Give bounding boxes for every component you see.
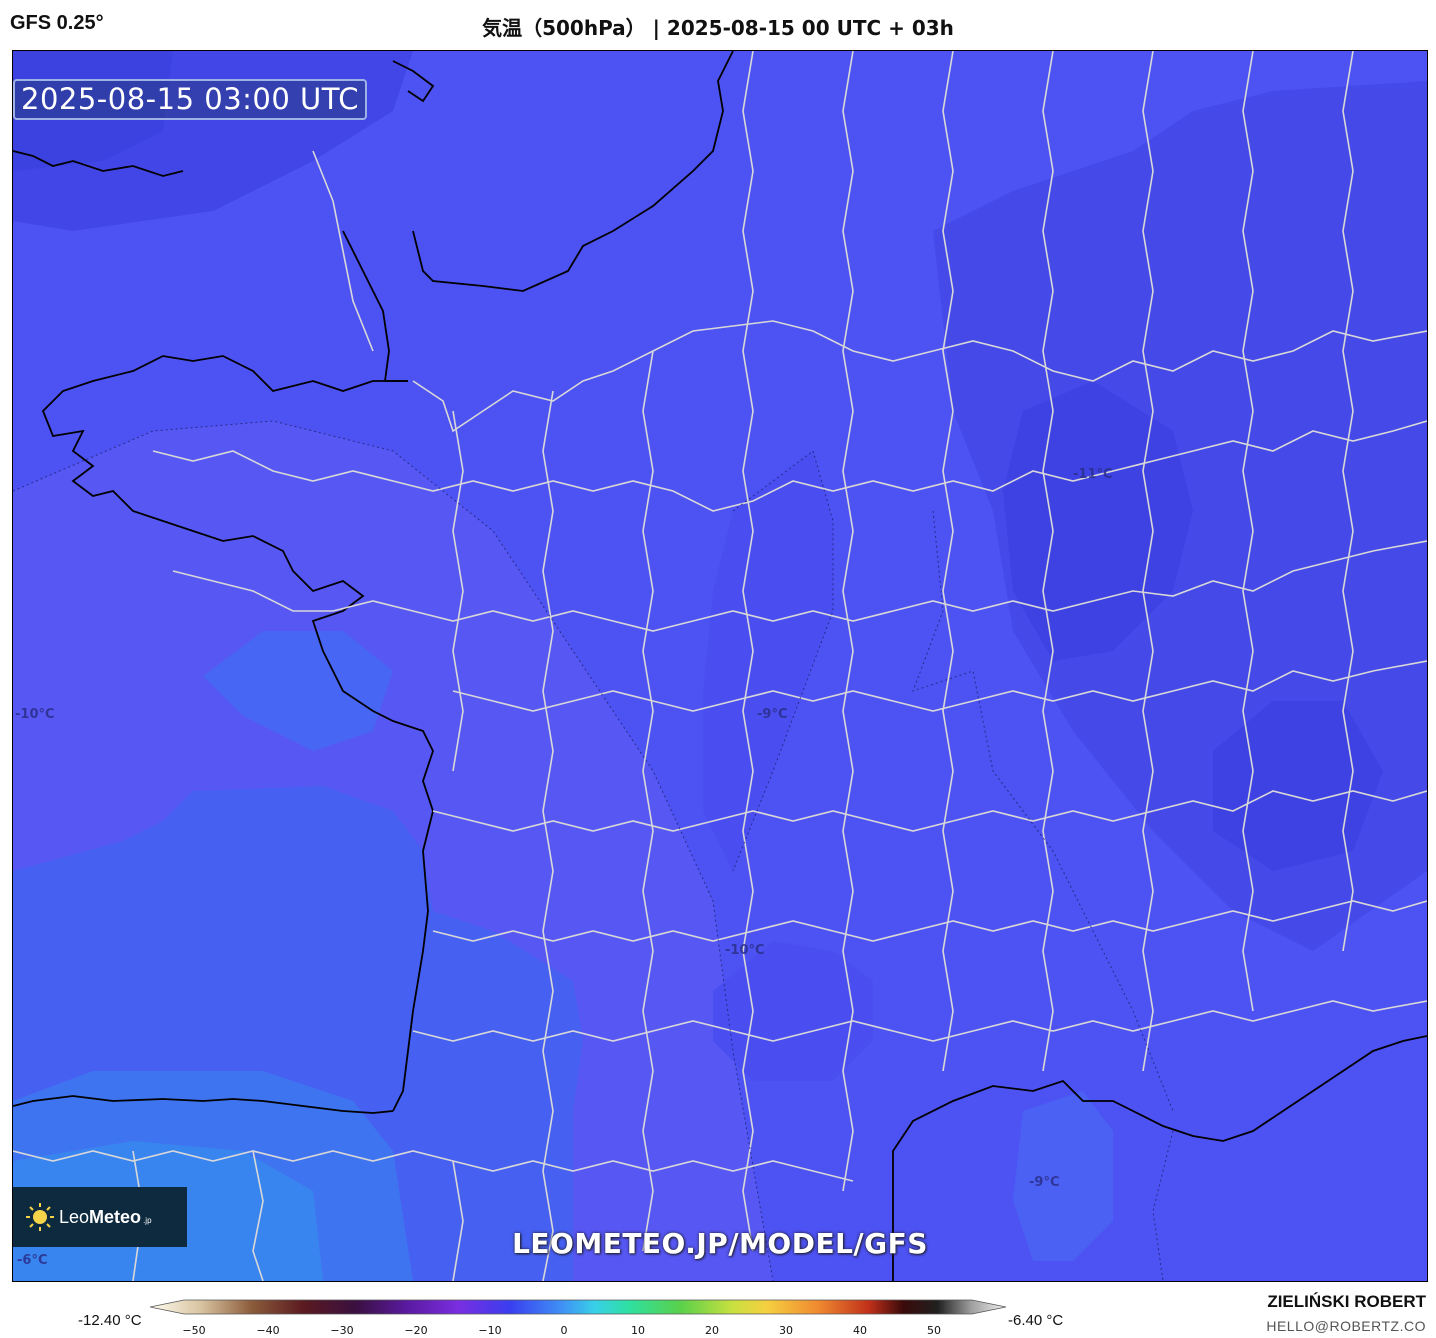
- isotherm-label: -9°C: [757, 707, 788, 722]
- author-email[interactable]: HELLO@ROBERTZ.CO: [1266, 1318, 1426, 1334]
- logo-text: LeoMeteo .jp: [59, 1206, 152, 1227]
- timestamp-badge: 2025-08-15 03:00 UTC: [13, 79, 368, 120]
- isotherm-label: -10°C: [725, 943, 765, 958]
- isotherm-label: -9°C: [1029, 1175, 1060, 1190]
- colorbar: [149, 1298, 1007, 1320]
- colorbar-tick: 10: [631, 1324, 645, 1337]
- colorbar-tick: 0: [560, 1324, 568, 1337]
- map-title: 気温（500hPa） | 2025-08-15 00 UTC + 03h: [482, 16, 954, 40]
- colorbar-min-label: -12.40 °C: [78, 1312, 142, 1329]
- watermark-url: LEOMETEO.JP/MODEL/GFS: [512, 1227, 928, 1260]
- isotherm-label: -11°C: [1073, 467, 1113, 482]
- colorbar-max-label: -6.40 °C: [1008, 1312, 1064, 1329]
- colorbar-tick: 40: [853, 1324, 867, 1337]
- colorbar-tick: −10: [478, 1324, 502, 1337]
- colorbar-tick: −30: [330, 1324, 354, 1337]
- colorbar-tick: 30: [779, 1324, 793, 1337]
- temperature-map: 2025-08-15 03:00 UTC -11°C -10°C -9°C -1…: [12, 50, 1428, 1282]
- isotherm-label: -10°C: [15, 707, 55, 722]
- author-name: ZIELIŃSKI ROBERT: [1267, 1292, 1426, 1311]
- colorbar-tick: 20: [705, 1324, 719, 1337]
- map-canvas: [13, 51, 1427, 1281]
- author-credit: ZIELIŃSKI ROBERT HELLO@ROBERTZ.CO: [1266, 1292, 1426, 1334]
- colorbar-tick: −50: [182, 1324, 206, 1337]
- colorbar-tick: −40: [256, 1324, 280, 1337]
- colorbar-tick: −20: [404, 1324, 428, 1337]
- colorbar-tick: 50: [927, 1324, 941, 1337]
